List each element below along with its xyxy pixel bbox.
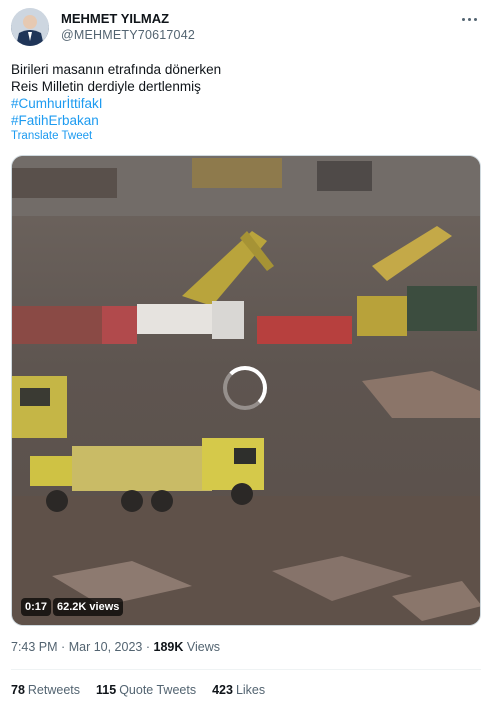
retweets-count: 78	[11, 683, 25, 697]
author-handle[interactable]: @MEHMETY70617042	[61, 28, 195, 42]
views-label: Views	[186, 640, 221, 654]
hashtag-link[interactable]: #FatihErbakan	[11, 112, 451, 129]
loading-spinner-icon	[223, 366, 267, 410]
likes-stat[interactable]: 423 Likes	[212, 683, 265, 697]
tweet-meta: 7:43 PM · Mar 10, 2023 · 189K Views	[11, 640, 220, 654]
quote-tweets-label: Quote Tweets	[119, 683, 197, 697]
views-count: 189K	[153, 640, 184, 654]
retweets-stat[interactable]: 78 Retweets	[11, 683, 80, 697]
more-dots-icon[interactable]	[458, 10, 480, 28]
tweet-line: Birileri masanın etrafında dönerken	[11, 62, 222, 77]
retweets-label: Retweets	[27, 683, 81, 697]
engagement-stats: 78 Retweets 115 Quote Tweets 423 Likes	[11, 683, 265, 697]
likes-count: 423	[212, 683, 233, 697]
divider	[11, 669, 481, 670]
tweet-text: Birileri masanın etrafında dönerken Reis…	[11, 61, 451, 129]
meta-separator: ·	[61, 640, 66, 654]
video-player[interactable]: 0:17 62.2K views	[11, 155, 481, 626]
translate-tweet-link[interactable]: Translate Tweet	[11, 130, 92, 142]
video-views: 62.2K views	[53, 598, 124, 616]
avatar[interactable]	[11, 8, 49, 46]
quote-tweets-stat[interactable]: 115 Quote Tweets	[96, 683, 196, 697]
likes-label: Likes	[235, 683, 266, 697]
avatar-photo	[11, 8, 49, 46]
meta-separator: ·	[145, 640, 151, 654]
video-duration: 0:17	[21, 598, 52, 616]
tweet-line: Reis Milletin derdiyle dertlenmiş	[11, 79, 201, 94]
tweet-time[interactable]: 7:43 PM	[11, 640, 58, 654]
tweet-date[interactable]: Mar 10, 2023	[69, 640, 143, 654]
hashtag-link[interactable]: #CumhurİttifakI	[11, 95, 451, 112]
author-name[interactable]: MEHMET YILMAZ	[61, 11, 169, 26]
quote-tweets-count: 115	[96, 683, 117, 697]
